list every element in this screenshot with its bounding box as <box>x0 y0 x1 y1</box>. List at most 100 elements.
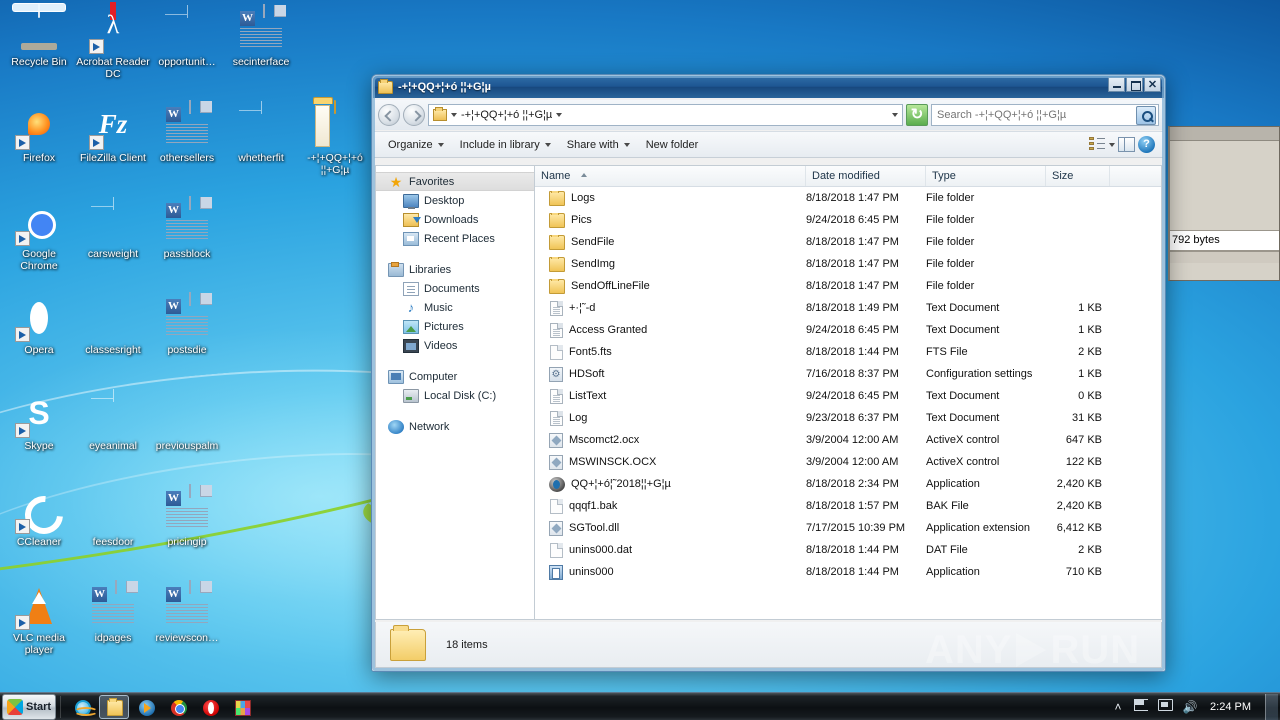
desktop-icon[interactable]: Wsecinterface <box>224 4 298 69</box>
action-center-flag-icon[interactable] <box>1134 698 1150 715</box>
search-box[interactable] <box>931 104 1159 126</box>
title-bar[interactable]: -+¦+QQ+¦+ó ¦¦+G¦µ ✕ <box>373 76 1164 98</box>
desktop-icon[interactable]: Firefox <box>2 102 76 165</box>
file-row[interactable]: SGTool.dll 7/17/2015 10:39 PM Application … <box>535 517 1161 539</box>
taskbar-opera[interactable] <box>195 695 225 719</box>
file-name-cell[interactable]: QQ+¦+ó¦˜2018¦¦+G¦µ <box>535 476 806 492</box>
file-row[interactable]: Logs 8/18/2018 1:47 PM File folder <box>535 187 1161 209</box>
file-name-cell[interactable]: Mscomct2.ocx <box>535 432 806 448</box>
taskbar-google-chrome[interactable] <box>163 695 193 719</box>
file-name-cell[interactable]: qqqf1.bak <box>535 498 806 514</box>
file-rows[interactable]: Logs 8/18/2018 1:47 PM File folder Pics 9/24… <box>535 187 1161 619</box>
file-name-cell[interactable]: Font5.fts <box>535 344 806 360</box>
change-view-icon[interactable] <box>1089 137 1106 152</box>
desktop-icon[interactable]: CCleaner <box>2 486 76 549</box>
clock[interactable]: 2:24 PM <box>1206 701 1255 713</box>
file-row[interactable]: unins000 8/18/2018 1:44 PM Application 710 … <box>535 561 1161 583</box>
search-icon[interactable] <box>1136 105 1156 125</box>
address-bar[interactable]: -+¦+QQ+¦+ó ¦¦+G¦µ <box>428 104 903 126</box>
minimize-button[interactable] <box>1108 77 1125 92</box>
maximize-button[interactable] <box>1126 77 1143 92</box>
desktop-icon[interactable]: carsweight <box>76 197 150 261</box>
file-list-pane[interactable]: Name Date modified Type Size Logs 8/18/2018 … <box>534 165 1162 620</box>
nav-group-favorites[interactable]: ★ Favorites <box>376 172 534 191</box>
nav-item-desktop[interactable]: Desktop <box>376 191 534 210</box>
desktop-icon[interactable]: Google Chrome <box>2 198 76 272</box>
file-name-cell[interactable]: Log <box>535 410 806 426</box>
taskbar-internet-explorer[interactable] <box>67 695 98 719</box>
back-button[interactable] <box>378 104 400 126</box>
include-in-library-button[interactable]: Include in library <box>452 134 559 156</box>
nav-item-recent-places[interactable]: Recent Places <box>376 229 534 248</box>
help-icon[interactable]: ? <box>1138 136 1155 153</box>
file-row[interactable]: Mscomct2.ocx 3/9/2004 12:00 AM ActiveX con… <box>535 429 1161 451</box>
taskbar-windows-explorer[interactable] <box>99 694 129 719</box>
file-name-cell[interactable]: MSWINSCK.OCX <box>535 454 806 470</box>
file-name-cell[interactable]: unins000.dat <box>535 542 806 558</box>
nav-item-pictures[interactable]: Pictures <box>376 317 534 336</box>
nav-item-music[interactable]: ♪ Music <box>376 298 534 317</box>
nav-group-network[interactable]: Network <box>376 417 534 436</box>
desktop-icon[interactable]: previouspalm <box>150 390 224 453</box>
file-name-cell[interactable]: unins000 <box>535 564 806 580</box>
desktop-icon[interactable]: Wreviewscon… <box>150 580 224 645</box>
desktop-icon[interactable]: VLC media player <box>2 582 76 656</box>
share-with-button[interactable]: Share with <box>559 134 638 156</box>
file-row[interactable]: SendImg 8/18/2018 1:47 PM File folder <box>535 253 1161 275</box>
desktop-icon[interactable]: -+¦+QQ+¦+ó ¦¦+G¦µ <box>298 100 372 176</box>
file-row[interactable]: QQ+¦+ó¦˜2018¦¦+G¦µ 8/18/2018 2:34 PM Appli… <box>535 473 1161 495</box>
column-header-row[interactable]: Name Date modified Type Size <box>535 166 1161 187</box>
file-name-cell[interactable]: Pics <box>535 212 806 228</box>
forward-button[interactable] <box>403 104 425 126</box>
desktop-icon[interactable]: Opera <box>2 294 76 357</box>
column-header-size[interactable]: Size <box>1046 166 1110 186</box>
column-header-type[interactable]: Type <box>926 166 1046 186</box>
file-name-cell[interactable]: ListText <box>535 388 806 404</box>
desktop-icon[interactable]: eyeanimal <box>76 389 150 453</box>
desktop-icon[interactable]: whetherfit <box>224 101 298 165</box>
desktop-icon[interactable]: feesdoor <box>76 486 150 549</box>
volume-icon[interactable]: 🔊 <box>1182 699 1198 715</box>
file-row[interactable]: unins000.dat 8/18/2018 1:44 PM DAT File 2 K… <box>535 539 1161 561</box>
file-row[interactable]: ListText 9/24/2018 6:45 PM Text Document 0 … <box>535 385 1161 407</box>
address-root-chevron-icon[interactable] <box>451 113 457 117</box>
navigation-pane[interactable]: ★ Favorites Desktop Downloads Recent Places L… <box>375 165 534 620</box>
file-name-cell[interactable]: Access Granted <box>535 322 806 338</box>
new-folder-button[interactable]: New folder <box>638 134 707 156</box>
file-row[interactable]: SendOffLineFile 8/18/2018 1:47 PM File fol… <box>535 275 1161 297</box>
file-row[interactable]: Access Granted 9/24/2018 6:45 PM Text Docu… <box>535 319 1161 341</box>
desktop-icon[interactable]: Fz FileZilla Client <box>76 102 150 165</box>
refresh-button[interactable] <box>906 104 928 126</box>
view-chevron-down-icon[interactable] <box>1109 142 1115 147</box>
desktop-icon[interactable]: opportunit… <box>150 5 224 69</box>
file-row[interactable]: +·¦˜-d 8/18/2018 1:49 PM Text Document 1 KB <box>535 297 1161 319</box>
desktop-icon[interactable]: classesright <box>76 294 150 357</box>
file-row[interactable]: Font5.fts 8/18/2018 1:44 PM FTS File 2 KB <box>535 341 1161 363</box>
taskbar-media-player[interactable] <box>131 695 161 719</box>
file-name-cell[interactable]: HDSoft <box>535 366 806 382</box>
start-button[interactable]: Start <box>2 693 56 720</box>
nav-group-libraries[interactable]: Libraries <box>376 260 534 279</box>
desktop-icon[interactable]: Wpricingip <box>150 484 224 549</box>
organize-button[interactable]: Organize <box>380 134 452 156</box>
nav-group-computer[interactable]: Computer <box>376 367 534 386</box>
file-row[interactable]: SendFile 8/18/2018 1:47 PM File folder <box>535 231 1161 253</box>
desktop-icon[interactable]: Recycle Bin <box>2 4 76 69</box>
network-icon[interactable] <box>1158 698 1174 715</box>
file-name-cell[interactable]: +·¦˜-d <box>535 300 806 316</box>
nav-item-videos[interactable]: Videos <box>376 336 534 355</box>
search-input[interactable] <box>937 109 1136 121</box>
file-row[interactable]: qqqf1.bak 8/18/2018 1:57 PM BAK File 2,420 … <box>535 495 1161 517</box>
nav-item-documents[interactable]: Documents <box>376 279 534 298</box>
file-name-cell[interactable]: SendFile <box>535 234 806 250</box>
file-name-cell[interactable]: SendOffLineFile <box>535 278 806 294</box>
address-history-chevron-icon[interactable] <box>892 113 898 117</box>
preview-pane-icon[interactable] <box>1118 137 1135 152</box>
desktop-icon[interactable]: Wothersellers <box>150 100 224 165</box>
desktop-icon[interactable]: Wpassblock <box>150 196 224 261</box>
taskbar-tiles-app[interactable] <box>227 695 257 719</box>
desktop-icon[interactable]: S Skype <box>2 390 76 453</box>
file-name-cell[interactable]: SGTool.dll <box>535 520 806 536</box>
desktop-icon[interactable]: Widpages <box>76 580 150 645</box>
address-path-chevron-icon[interactable] <box>556 113 563 117</box>
